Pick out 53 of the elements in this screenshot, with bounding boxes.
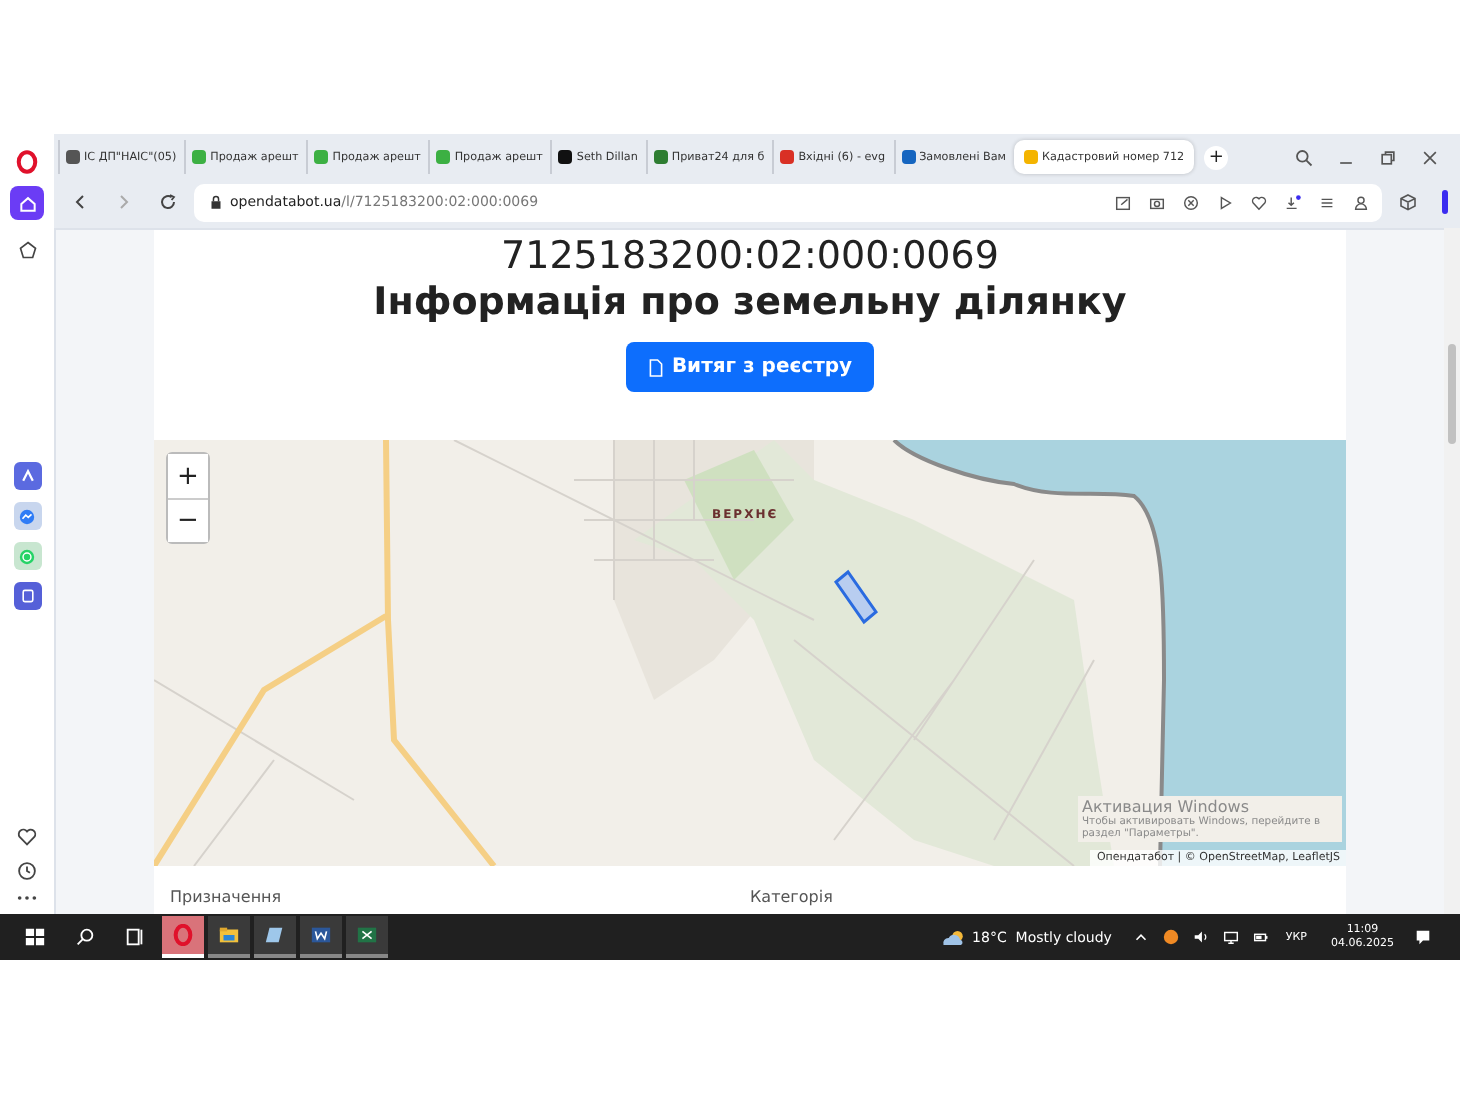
opera-taskbar-button[interactable] xyxy=(162,916,204,958)
heart-icon[interactable] xyxy=(1250,193,1268,211)
play-icon[interactable] xyxy=(1216,193,1234,211)
notepad-icon xyxy=(264,924,286,946)
scrollbar[interactable] xyxy=(1444,228,1460,914)
extract-button[interactable]: Витяг з реєстру xyxy=(626,342,874,392)
messenger-app-icon[interactable] xyxy=(13,502,41,530)
cadastral-number: 7125183200:02:000:0069 xyxy=(501,234,999,278)
download-icon[interactable] xyxy=(1284,193,1302,211)
excel-icon xyxy=(356,924,378,946)
field-label: Категорія xyxy=(750,888,835,906)
notepad-taskbar-button[interactable] xyxy=(254,916,296,958)
pdf-file-icon xyxy=(647,357,664,377)
search-icon[interactable] xyxy=(74,926,96,948)
explorer-taskbar-button[interactable] xyxy=(208,916,250,958)
battery-icon[interactable] xyxy=(1251,928,1270,946)
weather-cloud-icon xyxy=(940,927,969,947)
zoom-out-button[interactable]: − xyxy=(168,498,208,542)
excel-taskbar-button[interactable] xyxy=(346,916,388,958)
search-icon[interactable] xyxy=(1294,147,1314,167)
menu-icon[interactable] xyxy=(1318,193,1336,211)
notifications-icon[interactable] xyxy=(1414,928,1432,946)
restore-icon[interactable] xyxy=(1378,147,1398,167)
camera-icon[interactable] xyxy=(1148,193,1166,211)
task-view-icon[interactable] xyxy=(124,926,146,948)
windows-start-icon[interactable] xyxy=(24,926,46,948)
folder-icon xyxy=(218,924,240,946)
history-clock-icon[interactable] xyxy=(16,860,38,882)
new-tab-button[interactable]: + xyxy=(1204,145,1229,169)
pentagon-icon xyxy=(17,239,37,259)
back-icon[interactable] xyxy=(70,192,90,212)
word-icon xyxy=(310,924,332,946)
share-icon[interactable] xyxy=(1114,193,1132,211)
app-icon[interactable] xyxy=(13,582,41,610)
profile-icon[interactable] xyxy=(1352,193,1370,211)
network-monitor-icon[interactable] xyxy=(1221,928,1240,946)
activation-title: Активация Windows xyxy=(1082,798,1251,816)
opera-logo-icon xyxy=(172,924,194,946)
page-heading: Інформація про земельну ділянку xyxy=(373,278,1127,326)
sidebar-toggle-icon[interactable] xyxy=(1442,190,1448,214)
word-taskbar-button[interactable] xyxy=(300,916,342,958)
home-icon xyxy=(17,193,37,213)
speaker-icon[interactable] xyxy=(1191,928,1210,946)
reload-icon[interactable] xyxy=(158,192,178,212)
block-icon[interactable] xyxy=(1182,193,1200,211)
extensions-cube-icon[interactable] xyxy=(1398,192,1418,212)
heart-icon[interactable] xyxy=(16,826,38,848)
field-label: Призначення xyxy=(170,888,284,906)
lock-icon xyxy=(210,194,222,210)
opera-logo-icon[interactable] xyxy=(16,150,38,174)
close-icon[interactable] xyxy=(1420,147,1440,167)
more-icon[interactable] xyxy=(16,894,38,902)
home-button[interactable] xyxy=(10,186,44,220)
